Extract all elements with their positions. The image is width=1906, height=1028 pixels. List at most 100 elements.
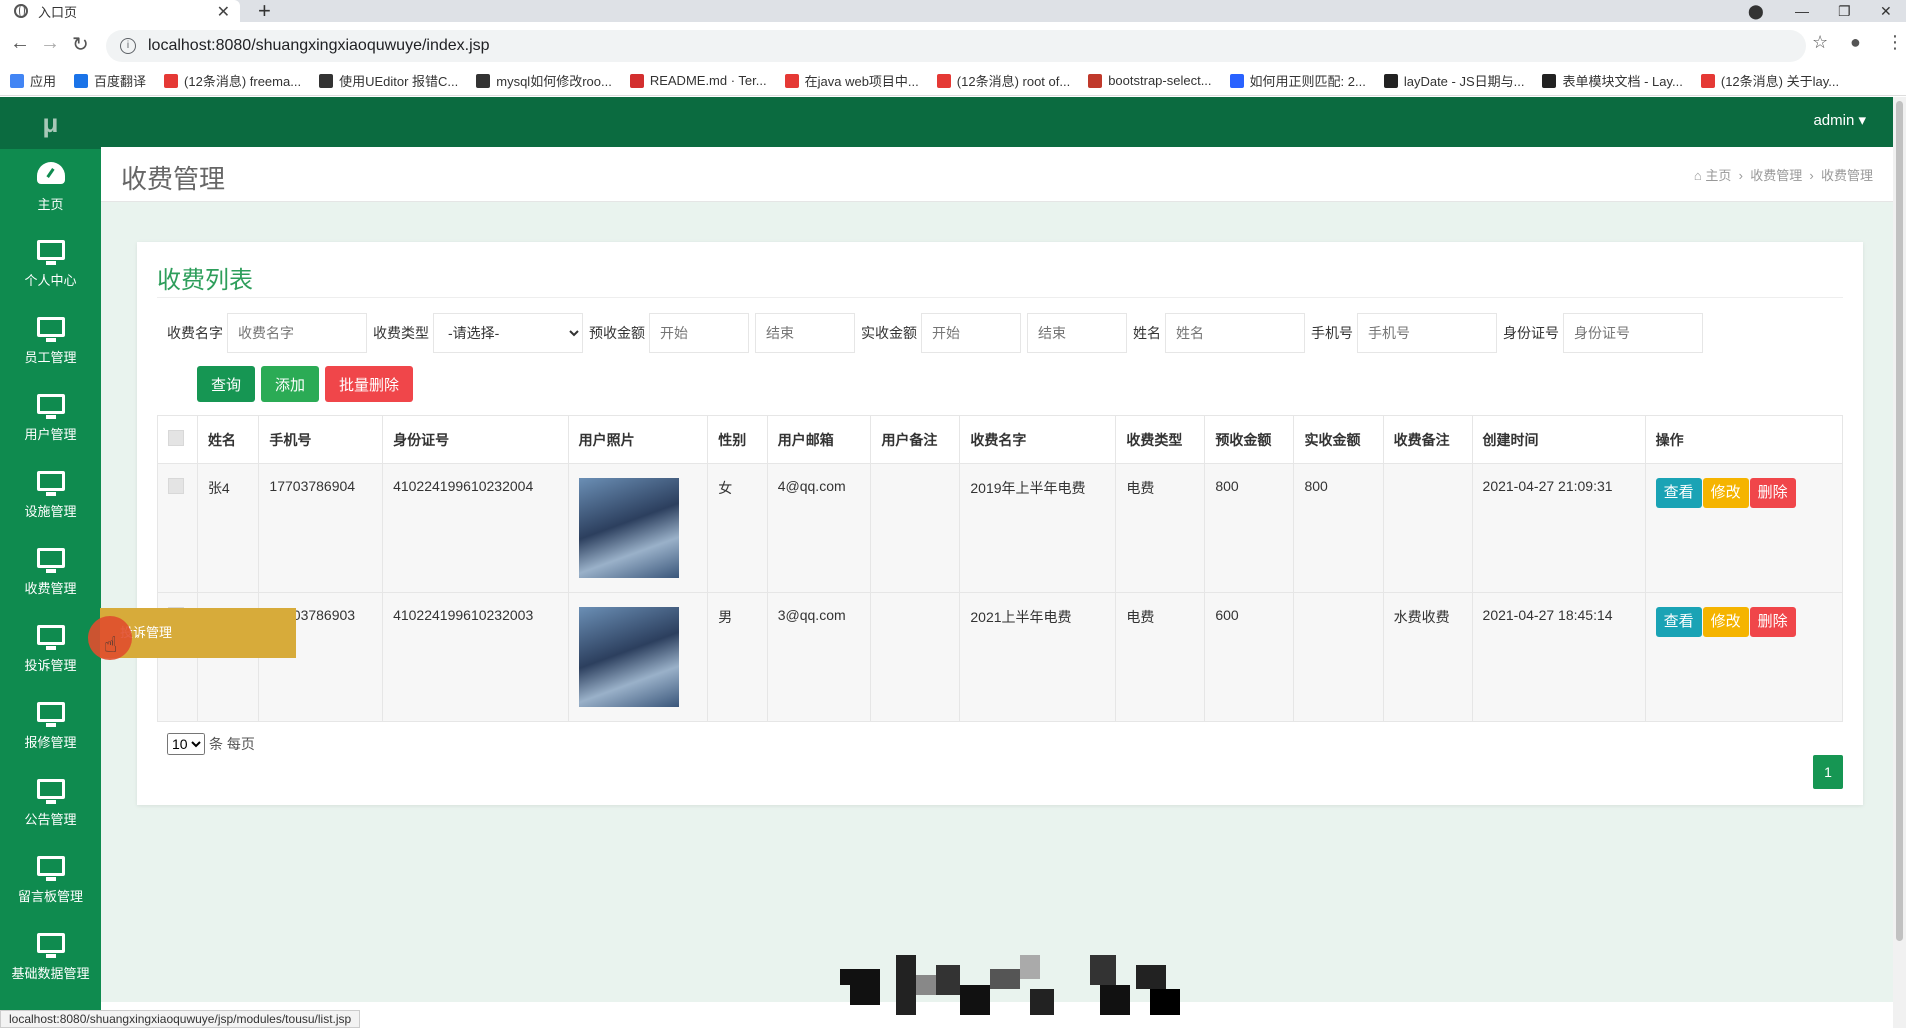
sidebar-item[interactable]: 用户管理	[0, 380, 101, 457]
phone-input[interactable]	[1357, 313, 1497, 353]
user-photo	[578, 478, 679, 578]
sidebar-item[interactable]: 报修管理	[0, 688, 101, 765]
bookmark-favicon-icon	[74, 73, 89, 88]
bookmark-label: (12条消息) freema...	[184, 74, 302, 89]
sidebar-item-label: 投诉管理	[24, 658, 77, 673]
cell-fee_remark	[1382, 463, 1473, 593]
bookmark-item[interactable]: 表单模块文档 - Lay...	[1542, 71, 1683, 90]
profile-dropdown-icon[interactable]: ⬤	[1748, 0, 1764, 22]
breadcrumb-home[interactable]: 主页	[1705, 168, 1731, 183]
add-button[interactable]: 添加	[261, 366, 320, 402]
bookmark-item[interactable]: (12条消息) freema...	[164, 71, 301, 90]
edit-button[interactable]: 修改	[1702, 478, 1749, 508]
column-header: 收费类型	[1115, 415, 1206, 464]
sidebar-item[interactable]: 基础数据管理	[0, 919, 101, 996]
bookmark-favicon-icon	[784, 73, 799, 88]
address-bar-row: ← → ↻ i localhost:8080/shuangxingxiaoquw…	[0, 22, 1906, 70]
forward-icon[interactable]: →	[40, 32, 60, 55]
sidebar-item[interactable]: 设施管理	[0, 457, 101, 534]
breadcrumb-level1[interactable]: 收费管理	[1750, 168, 1802, 183]
monitor-icon	[36, 317, 65, 342]
row-checkbox[interactable]	[168, 478, 184, 494]
batch-delete-button[interactable]: 批量删除	[325, 366, 414, 402]
sidebar-item[interactable]: 主页	[0, 149, 101, 226]
site-info-icon[interactable]: i	[120, 38, 136, 54]
scrollbar-thumb[interactable]	[1896, 101, 1903, 941]
cell-created: 2021-04-27 18:45:14	[1471, 592, 1646, 722]
apps-icon	[10, 73, 24, 88]
bookmark-item[interactable]: (12条消息) 关于lay...	[1700, 71, 1839, 90]
bookmark-item[interactable]: layDate - JS日期与...	[1383, 71, 1524, 90]
monitor-icon	[36, 240, 65, 265]
cell-remark	[870, 592, 961, 722]
delete-button[interactable]: 删除	[1749, 478, 1796, 508]
page-size-control: 10 条 每页	[167, 733, 255, 755]
actual-amount-start-input[interactable]	[921, 313, 1021, 353]
browser-tab[interactable]: 入口页 ✕	[0, 0, 240, 22]
cell-actual: 800	[1293, 463, 1384, 593]
sidebar-item-label: 主页	[37, 197, 64, 212]
column-header: 操作	[1644, 415, 1844, 464]
page-size-select[interactable]: 10	[167, 733, 205, 755]
sidebar-item-label: 收费管理	[24, 581, 77, 596]
breadcrumb-level2: 收费管理	[1820, 168, 1873, 183]
delete-button[interactable]: 删除	[1749, 607, 1796, 637]
url-field[interactable]: i localhost:8080/shuangxingxiaoquwuye/in…	[106, 30, 1806, 62]
fee-table: 姓名 手机号 身份证号 用户照片 性别 用户邮箱 用户备注 收费名字 收费类型 预收金额 实收金额收…	[157, 415, 1844, 722]
bookmark-item[interactable]: README.md · Ter...	[629, 73, 767, 88]
person-name-input[interactable]	[1165, 313, 1305, 353]
cell-remark	[870, 463, 961, 593]
sidebar-item[interactable]: 个人中心	[0, 226, 101, 303]
reload-icon[interactable]: ↻	[72, 32, 89, 57]
pre-amount-end-input[interactable]	[755, 313, 855, 353]
sidebar-item[interactable]: 员工管理	[0, 303, 101, 380]
bookmark-item[interactable]: 应用	[10, 71, 56, 90]
bookmark-favicon-icon	[164, 73, 179, 88]
column-header: 用户备注	[870, 415, 961, 464]
bookmark-item[interactable]: 在java web项目中...	[784, 71, 919, 90]
search-button[interactable]: 查询	[197, 366, 256, 402]
back-icon[interactable]: ←	[10, 32, 30, 55]
view-button[interactable]: 查看	[1655, 478, 1702, 508]
menu-icon[interactable]: ⋮	[1886, 32, 1904, 53]
page-button-current[interactable]: 1	[1813, 755, 1843, 789]
bookmark-item[interactable]: 使用UEditor 报错C...	[319, 71, 458, 90]
bookmark-item[interactable]: 百度翻译	[74, 71, 146, 90]
bookmark-label: 百度翻译	[94, 74, 147, 89]
column-header: 收费备注	[1382, 415, 1473, 464]
pre-amount-start-input[interactable]	[649, 313, 749, 353]
fee-name-input[interactable]	[227, 313, 367, 353]
sidebar-item[interactable]: 公告管理	[0, 765, 101, 842]
sidebar: μ 主页 个人中心 员工管理 用户管理 设施管理 收费管理 投诉管理 报修管理 公告管理 留言板管…	[0, 97, 101, 1028]
bookmark-star-icon[interactable]: ☆	[1812, 32, 1828, 53]
card-title: 收费列表	[157, 267, 253, 294]
new-tab-icon[interactable]: +	[258, 0, 271, 24]
restore-icon[interactable]: ❐	[1838, 0, 1851, 22]
monitor-icon	[36, 702, 65, 727]
sidebar-item[interactable]: 投诉管理	[0, 611, 101, 688]
user-menu[interactable]: admin ▾	[1813, 111, 1866, 129]
sidebar-item[interactable]: 留言板管理	[0, 842, 101, 919]
view-button[interactable]: 查看	[1655, 607, 1702, 637]
fee-type-select[interactable]: -请选择-	[433, 313, 583, 353]
bookmark-item[interactable]: 如何用正则匹配: 2...	[1229, 71, 1366, 90]
page-scrollbar[interactable]	[1893, 97, 1906, 1028]
edit-button[interactable]: 修改	[1702, 607, 1749, 637]
minimize-icon[interactable]: —	[1795, 0, 1809, 22]
monitor-icon	[36, 548, 65, 573]
bookmark-item[interactable]: (12条消息) root of...	[936, 71, 1070, 90]
select-all-checkbox[interactable]	[168, 430, 184, 446]
sidebar-item[interactable]: 收费管理	[0, 534, 101, 611]
idcard-input[interactable]	[1563, 313, 1703, 353]
bookmark-item[interactable]: bootstrap-select...	[1088, 73, 1212, 88]
account-icon[interactable]: ●	[1850, 32, 1861, 53]
cell-email: 4@qq.com	[766, 463, 872, 593]
column-header: 身份证号	[382, 415, 569, 464]
cell-pre: 800	[1204, 463, 1295, 593]
cell-gender: 女	[707, 463, 768, 593]
window-close-icon[interactable]: ✕	[1880, 0, 1892, 22]
actual-amount-end-input[interactable]	[1027, 313, 1127, 353]
sidebar-item-label: 个人中心	[24, 273, 77, 288]
bookmark-item[interactable]: mysql如何修改roo...	[476, 71, 612, 90]
close-tab-icon[interactable]: ✕	[217, 2, 230, 22]
